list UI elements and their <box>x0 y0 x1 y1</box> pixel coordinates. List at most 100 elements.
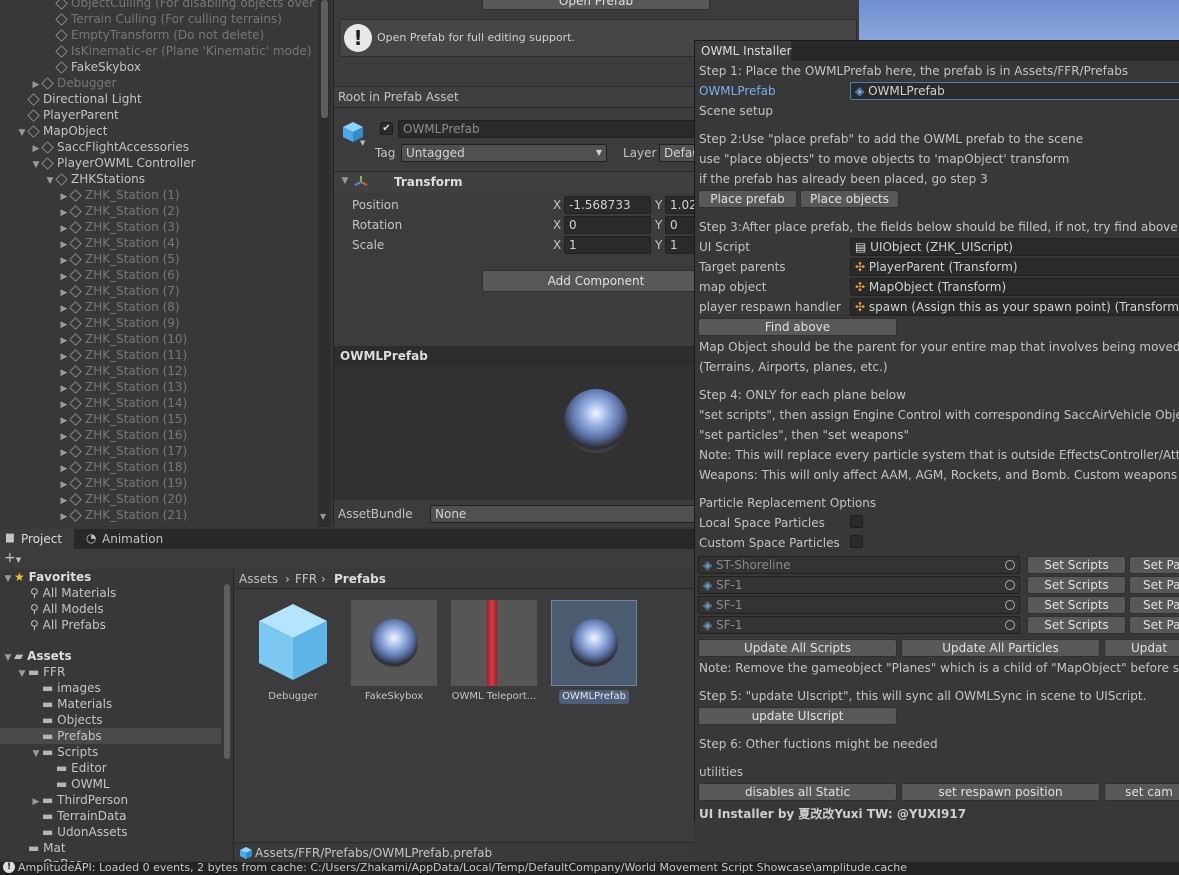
active-checkbox[interactable]: ✔ <box>380 122 393 135</box>
hierarchy-row[interactable]: ▶ ZHK_Station (3) <box>58 219 180 235</box>
local-space-particles-checkbox[interactable] <box>850 515 863 528</box>
assets-header[interactable]: ▼ ▰ Assets <box>2 648 72 664</box>
asset-folder[interactable]: ▬ Mat <box>16 840 66 856</box>
scroll-down-arrow-icon[interactable]: ▼ <box>320 512 326 521</box>
set-particles-button[interactable]: Set Pa <box>1129 576 1179 594</box>
project-tree-scrollbar[interactable] <box>221 579 233 789</box>
hierarchy-row[interactable]: ▶ ZHK_Station (14) <box>58 395 188 411</box>
favorites-header[interactable]: ▼ ★ Favorites <box>2 569 92 585</box>
hierarchy-row[interactable]: ▼ PlayerOWML Controller <box>30 155 196 171</box>
collapsed-arrow-icon[interactable]: ▶ <box>58 509 70 525</box>
expanded-arrow-icon[interactable]: ▼ <box>16 125 28 141</box>
owml-object-field[interactable]: ✣ MapObject (Transform) <box>850 278 1179 296</box>
hierarchy-row[interactable]: ▶ ZHK_Station (10) <box>58 331 188 347</box>
asset-folder[interactable]: ▬ Prefabs <box>0 728 221 744</box>
update-all-particles-button[interactable]: Update All Particles <box>901 639 1100 657</box>
hierarchy-row[interactable]: ▶ ZHK_Station (8) <box>58 299 180 315</box>
favorite-item[interactable]: ⚲ All Prefabs <box>30 617 106 633</box>
breadcrumb-ffr[interactable]: FFR <box>295 572 317 586</box>
set-scripts-button[interactable]: Set Scripts <box>1027 556 1126 574</box>
hierarchy-row[interactable]: ▼ ZHKStations <box>44 171 146 189</box>
hierarchy-row[interactable]: Directional Light <box>16 91 142 107</box>
set-particles-button[interactable]: Set Pa <box>1129 596 1179 614</box>
expanded-arrow-icon[interactable]: ▼ <box>44 173 56 189</box>
asset-item-owml-teleport[interactable]: OWML Teleport... <box>451 600 537 705</box>
hierarchy-row[interactable]: ▶ ZHK_Station (1) <box>58 187 180 203</box>
tab-project[interactable]: ▆ Project <box>0 529 74 549</box>
owml-object-field[interactable]: ▤ UIObject (ZHK_UIScript) <box>850 238 1179 256</box>
hierarchy-row[interactable]: ▶ ZHK_Station (21) <box>58 507 188 525</box>
plane-object-field[interactable]: ◈ SF-1 <box>698 576 1020 594</box>
hierarchy-row[interactable]: ▶ ZHK_Station (6) <box>58 267 180 283</box>
hierarchy-row[interactable]: ▶ ZHK_Station (17) <box>58 443 188 459</box>
object-name-field[interactable]: OWMLPrefab <box>398 120 698 138</box>
hierarchy-scroll-thumb[interactable] <box>321 0 328 118</box>
update-uiscript-button[interactable]: update UIscript <box>698 707 897 725</box>
set-particles-button[interactable]: Set Pa <box>1129 556 1179 574</box>
asset-item-debugger[interactable]: Debugger <box>251 600 335 705</box>
asset-folder[interactable]: ▼ ▬ FFR <box>16 664 66 680</box>
expanded-arrow-icon[interactable]: ▼ <box>30 157 42 173</box>
hierarchy-row[interactable]: ▶ ZHK_Station (11) <box>58 347 188 363</box>
update-all-scripts-button[interactable]: Update All Scripts <box>698 639 897 657</box>
position-x-field[interactable]: -1.568733 <box>564 196 651 214</box>
owmlprefab-field[interactable]: ◈ OWMLPrefab <box>850 82 1179 100</box>
object-picker-icon[interactable] <box>1005 600 1015 610</box>
hierarchy-row[interactable]: ▶ ZHK_Station (13) <box>58 379 188 395</box>
set-scripts-button[interactable]: Set Scripts <box>1027 616 1126 634</box>
asset-folder[interactable]: ▬ Objects <box>30 712 103 728</box>
rotation-x-field[interactable]: 0 <box>564 216 651 234</box>
custom-space-particles-checkbox[interactable] <box>850 535 863 548</box>
hierarchy-row[interactable]: ▶ ZHK_Station (9) <box>58 315 180 331</box>
object-picker-icon[interactable] <box>1005 620 1015 630</box>
hierarchy-row[interactable]: ▶ Debugger <box>30 75 117 91</box>
set-scripts-button[interactable]: Set Scripts <box>1027 576 1126 594</box>
hierarchy-row[interactable]: PlayerParent <box>16 107 119 123</box>
asset-item-owmlprefab[interactable]: OWMLPrefab <box>551 600 637 705</box>
hierarchy-row[interactable]: ▶ ZHK_Station (12) <box>58 363 188 379</box>
hierarchy-row[interactable]: ▶ ZHK_Station (5) <box>58 251 180 267</box>
hierarchy-row[interactable]: ▶ ZHK_Station (19) <box>58 475 188 491</box>
tab-owml-installer[interactable]: OWML Installer <box>695 41 792 61</box>
asset-folder[interactable]: ▬ OWML <box>44 776 110 792</box>
expanded-arrow-icon[interactable]: ▼ <box>30 746 42 762</box>
asset-folder[interactable]: ▬ images <box>30 680 101 696</box>
add-component-button[interactable]: Add Component <box>482 270 710 292</box>
update-weapons-button[interactable]: Updat <box>1104 639 1179 657</box>
icon-dropdown-arrow-icon[interactable]: ▼ <box>360 139 365 147</box>
plane-object-field[interactable]: ◈ SF-1 <box>698 596 1020 614</box>
favorite-item[interactable]: ⚲ All Materials <box>30 585 116 601</box>
hierarchy-row[interactable]: ▶ ZHK_Station (2) <box>58 203 180 219</box>
hierarchy-row[interactable]: EmptyTransform (Do not delete) <box>44 27 264 43</box>
assetbundle-dropdown[interactable]: None <box>430 505 700 523</box>
owml-object-field[interactable]: ✣ spawn (Assign this as your spawn point… <box>850 298 1179 316</box>
asset-item-fakeskybox[interactable]: FakeSkybox <box>351 600 437 705</box>
favorite-item[interactable]: ⚲ All Models <box>30 601 104 617</box>
find-above-button[interactable]: Find above <box>698 318 897 336</box>
object-picker-icon[interactable] <box>1005 580 1015 590</box>
project-tree-scroll-thumb[interactable] <box>224 584 230 759</box>
asset-folder[interactable]: ▬ TerrainData <box>30 808 126 824</box>
plane-object-field[interactable]: ◈ ST-Shoreline <box>698 556 1020 574</box>
asset-folder[interactable]: ▬ UdonAssets <box>30 824 128 840</box>
owml-object-field[interactable]: ✣ PlayerParent (Transform) <box>850 258 1179 276</box>
asset-folder[interactable]: ▶ ▬ ThirdPerson <box>30 792 129 808</box>
hierarchy-row[interactable]: ▶ ZHK_Station (4) <box>58 235 180 251</box>
tag-dropdown[interactable]: Untagged ▼ <box>401 144 607 162</box>
scale-x-field[interactable]: 1 <box>564 236 651 254</box>
object-picker-icon[interactable] <box>1005 560 1015 570</box>
hierarchy-row[interactable]: ObjectCulling (For disabling objects ove… <box>44 0 314 11</box>
asset-folder[interactable]: ▼ ▬ Scripts <box>30 744 99 762</box>
hierarchy-row[interactable]: ▶ ZHK_Station (16) <box>58 427 188 443</box>
create-menu[interactable]: +▼ <box>4 550 21 566</box>
hierarchy-row[interactable]: FakeSkybox <box>44 59 141 75</box>
hierarchy-row[interactable]: ▶ SaccFlightAccessories <box>30 139 189 155</box>
set-particles-button[interactable]: Set Pa <box>1129 616 1179 634</box>
open-prefab-button[interactable]: Open Prefab <box>482 0 710 10</box>
set-respawn-position-button[interactable]: set respawn position <box>901 783 1100 801</box>
status-message[interactable]: AmplitudeAPI: Loaded 0 events, 2 bytes f… <box>18 862 907 874</box>
disables-all-static-button[interactable]: disables all Static <box>698 783 897 801</box>
set-cam-button[interactable]: set cam <box>1104 783 1179 801</box>
hierarchy-row[interactable]: ▶ ZHK_Station (20) <box>58 491 188 507</box>
set-scripts-button[interactable]: Set Scripts <box>1027 596 1126 614</box>
